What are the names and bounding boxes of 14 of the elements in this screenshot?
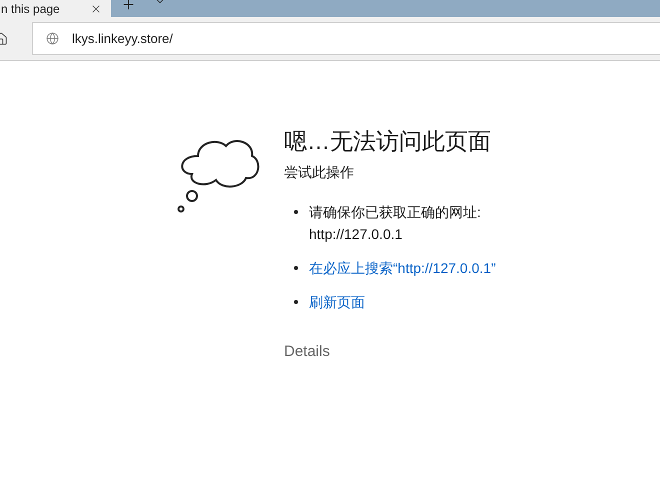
suggestion-text: 请确保你已获取正确的网址: http://127.0.0.1 (309, 203, 481, 244)
bullet-icon (294, 210, 298, 214)
url-text: lkys.linkeyy.store/ (72, 30, 173, 48)
error-subtitle: 尝试此操作 (284, 163, 355, 182)
address-field[interactable]: lkys.linkeyy.store/ (32, 22, 660, 55)
bullet-icon (294, 266, 298, 270)
new-tab-icon[interactable] (121, 0, 136, 12)
suggestion-link[interactable]: 刷新页面 (309, 291, 365, 313)
browser-tab[interactable]: n this page (0, 0, 111, 17)
details-button[interactable]: Details (284, 341, 330, 364)
suggestion-link[interactable]: 在必应上搜索“http://127.0.0.1” (309, 257, 496, 279)
globe-icon (46, 32, 59, 45)
error-title: 嗯…无法访问此页面 (284, 127, 492, 156)
bullet-icon (294, 300, 298, 304)
